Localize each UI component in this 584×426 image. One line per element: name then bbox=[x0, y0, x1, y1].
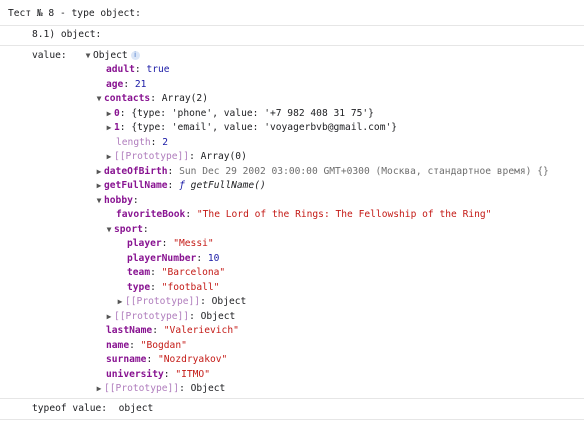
chevron-right-icon[interactable]: ▶ bbox=[104, 150, 114, 164]
console-header: Тест № 8 - type object: bbox=[8, 8, 141, 19]
prop-contacts[interactable]: ▼ contacts: Array(2) bbox=[94, 92, 208, 106]
prop-name: name: "Bogdan" bbox=[106, 340, 187, 351]
prop-favoritebook: favoriteBook: "The Lord of the Rings: Th… bbox=[116, 209, 492, 220]
chevron-down-icon[interactable]: ▼ bbox=[94, 92, 104, 106]
object-root[interactable]: ▼ Object i bbox=[83, 49, 140, 63]
prop-length: length: 2 bbox=[116, 137, 168, 148]
separator bbox=[0, 25, 584, 26]
chevron-right-icon[interactable]: ▶ bbox=[94, 165, 104, 179]
typeof-label: typeof value: bbox=[32, 403, 108, 414]
separator bbox=[0, 45, 584, 46]
object-root-label: Object bbox=[93, 50, 128, 61]
prop-sport[interactable]: ▼ sport: bbox=[104, 223, 149, 237]
contacts-item-1[interactable]: ▶ 1: {type: 'email', value: 'voyagerbvb@g… bbox=[104, 121, 397, 135]
separator bbox=[0, 398, 584, 399]
contacts-prototype[interactable]: ▶ [[Prototype]]: Array(0) bbox=[104, 150, 247, 164]
prop-dateofbirth[interactable]: ▶ dateOfBirth: Sun Dec 29 2002 03:00:00 G… bbox=[94, 165, 549, 179]
prop-surname: surname: "Nozdryakov" bbox=[106, 354, 228, 365]
prop-hobby[interactable]: ▼ hobby: bbox=[94, 194, 139, 208]
chevron-right-icon[interactable]: ▶ bbox=[94, 382, 104, 396]
chevron-down-icon[interactable]: ▼ bbox=[104, 223, 114, 237]
chevron-right-icon[interactable]: ▶ bbox=[104, 121, 114, 135]
prop-team: team: "Barcelona" bbox=[127, 267, 226, 278]
root-prototype[interactable]: ▶ [[Prototype]]: Object bbox=[94, 382, 226, 396]
prop-adult: adult: true bbox=[106, 64, 170, 75]
value-label: value: bbox=[32, 50, 67, 61]
prop-getfullname[interactable]: ▶ getFullName: ƒ getFullName() bbox=[94, 179, 266, 193]
typeof-value: object bbox=[118, 403, 154, 414]
prop-player: player: "Messi" bbox=[127, 238, 214, 249]
info-icon[interactable]: i bbox=[130, 50, 140, 60]
hobby-prototype[interactable]: ▶ [[Prototype]]: Object bbox=[104, 310, 236, 324]
sport-prototype[interactable]: ▶ [[Prototype]]: Object bbox=[115, 295, 247, 309]
contact-1-value: {type: 'email', value: 'voyagerbvb@gmail… bbox=[131, 122, 398, 133]
chevron-right-icon[interactable]: ▶ bbox=[94, 179, 104, 193]
console-subheader: 8.1) object: bbox=[32, 29, 102, 40]
prop-type: type: "football" bbox=[127, 282, 220, 293]
function-icon: ƒ bbox=[179, 180, 185, 191]
chevron-down-icon[interactable]: ▼ bbox=[83, 49, 93, 63]
prop-age: age: 21 bbox=[106, 79, 147, 90]
contacts-item-0[interactable]: ▶ 0: {type: 'phone', value: '+7 982 408 3… bbox=[104, 107, 374, 121]
chevron-right-icon[interactable]: ▶ bbox=[115, 295, 125, 309]
chevron-down-icon[interactable]: ▼ bbox=[94, 194, 104, 208]
prop-lastname: lastName: "Valerievich" bbox=[106, 325, 239, 336]
typeof-line: typeof value: object bbox=[32, 402, 153, 416]
prop-university: university: "ITMO" bbox=[106, 369, 210, 380]
chevron-right-icon[interactable]: ▶ bbox=[104, 107, 114, 121]
chevron-right-icon[interactable]: ▶ bbox=[104, 310, 114, 324]
separator bbox=[0, 419, 584, 420]
contact-0-value: {type: 'phone', value: '+7 982 408 31 75… bbox=[131, 108, 374, 119]
prop-playernumber: playerNumber: 10 bbox=[127, 253, 220, 264]
